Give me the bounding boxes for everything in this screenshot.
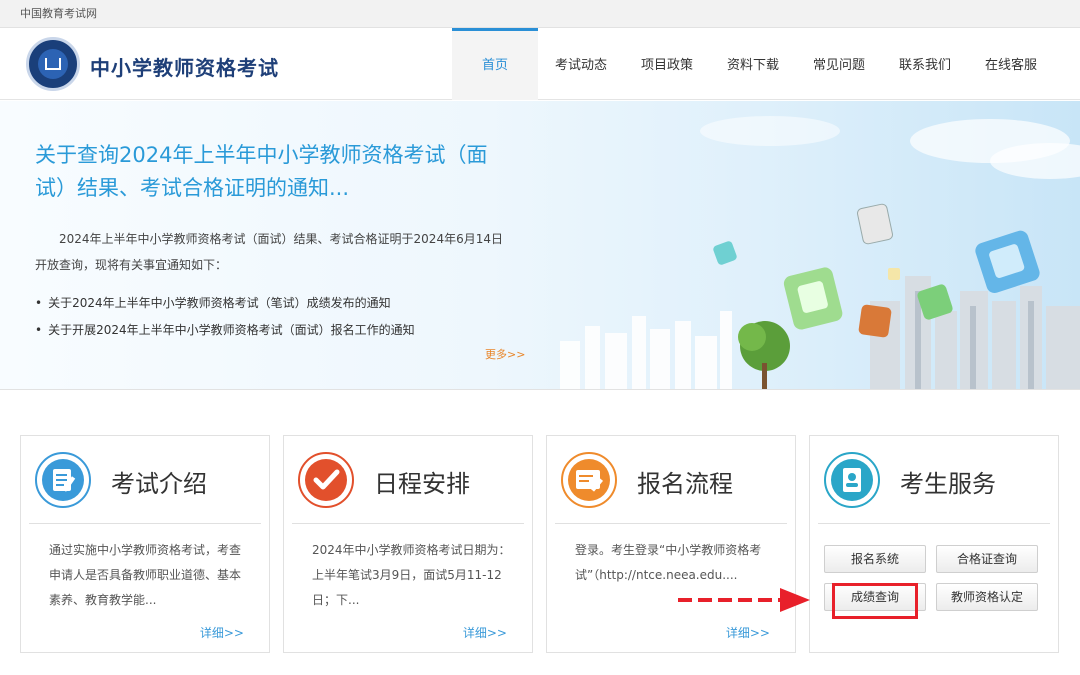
id-card-icon [824,452,880,508]
detail-link[interactable]: 详细>> [463,624,507,641]
nav-item-exam-news[interactable]: 考试动态 [538,28,624,100]
feature-cards: 考试介绍 通过实施中小学教师资格考试，考查申请人是否具备教师职业道德、基本素养、… [20,435,1060,653]
site-name-link[interactable]: 中国教育考试网 [20,5,97,21]
card-title[interactable]: 考试介绍 [111,464,207,499]
hero-banner: 关于查询2024年上半年中小学教师资格考试（面试）结果、考试合格证明的通知...… [0,101,1080,390]
more-link[interactable]: 更多>> [485,346,525,362]
top-bar: 中国教育考试网 [0,0,1080,28]
card-title[interactable]: 报名流程 [637,464,733,499]
card-schedule: 日程安排 2024年中小学教师资格考试日期为：上半年笔试3月9日，面试5月11-… [283,435,533,653]
main-nav: 首页 考试动态 项目政策 资料下载 常见问题 联系我们 在线客服 [452,28,1054,100]
nav-item-policy[interactable]: 项目政策 [624,28,710,100]
logo-emblem-icon[interactable] [26,37,80,91]
checkmark-icon [298,452,354,508]
detail-link[interactable]: 详细>> [200,624,244,641]
hero-headline-link[interactable]: 关于查询2024年上半年中小学教师资格考试（面试）结果、考试合格证明的通知... [35,139,515,205]
card-description: 通过实施中小学教师资格考试，考查申请人是否具备教师职业道德、基本素养、教育教学能… [49,543,242,607]
pointer-arrow-head [780,588,810,612]
form-edit-icon [561,452,617,508]
detail-link[interactable]: 详细>> [726,624,770,641]
banner-illustration [560,116,1080,389]
nav-item-online-service[interactable]: 在线客服 [968,28,1054,100]
nav-item-home[interactable]: 首页 [452,28,538,100]
hero-news-list: 关于2024年上半年中小学教师资格考试（笔试）成绩发布的通知 关于开展2024年… [35,290,415,344]
site-title[interactable]: 中小学教师资格考试 [90,52,279,81]
card-registration-process: 报名流程 登录。考生登录“中小学教师资格考试”（http://ntce.neea… [546,435,796,653]
card-title[interactable]: 考生服务 [900,464,996,499]
certificate-query-button[interactable]: 合格证查询 [936,545,1038,573]
news-link[interactable]: 关于开展2024年上半年中小学教师资格考试（面试）报名工作的通知 [35,317,415,344]
document-pen-icon [35,452,91,508]
registration-system-button[interactable]: 报名系统 [824,545,926,573]
nav-item-faq[interactable]: 常见问题 [796,28,882,100]
card-title[interactable]: 日程安排 [374,464,470,499]
teacher-certification-button[interactable]: 教师资格认定 [936,583,1038,611]
header: 中小学教师资格考试 首页 考试动态 项目政策 资料下载 常见问题 联系我们 在线… [0,28,1080,100]
highlight-box [832,583,918,619]
hero-summary: 2024年上半年中小学教师资格考试（面试）结果、考试合格证明于2024年6月14… [35,232,503,272]
nav-item-contact[interactable]: 联系我们 [882,28,968,100]
card-description: 2024年中小学教师资格考试日期为：上半年笔试3月9日，面试5月11-12日；下… [312,543,511,607]
card-candidate-services: 考生服务 [809,435,1059,653]
nav-item-downloads[interactable]: 资料下载 [710,28,796,100]
card-description: 登录。考生登录“中小学教师资格考试”（http://ntce.neea.edu.… [575,543,762,582]
pointer-arrow [678,598,788,602]
news-link[interactable]: 关于2024年上半年中小学教师资格考试（笔试）成绩发布的通知 [35,290,415,317]
card-exam-intro: 考试介绍 通过实施中小学教师资格考试，考查申请人是否具备教师职业道德、基本素养、… [20,435,270,653]
